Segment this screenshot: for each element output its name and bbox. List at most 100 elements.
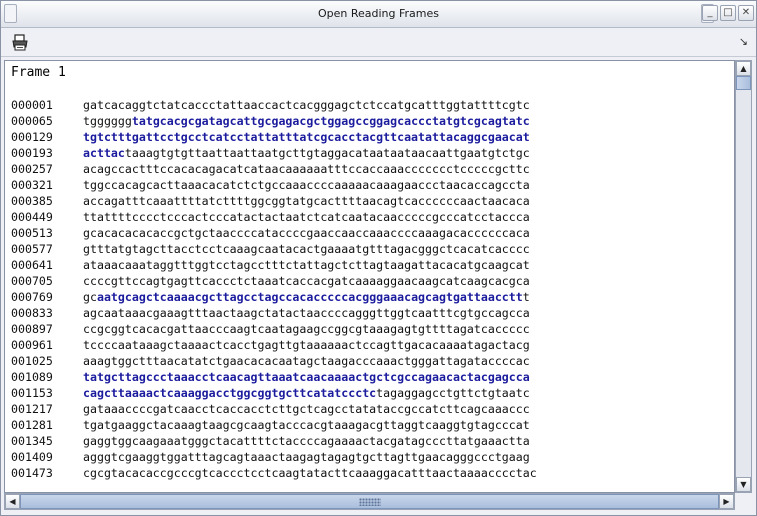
title-bar[interactable]: Open Reading Frames _ □ ✕: [1, 1, 756, 28]
row-position: 001281: [11, 418, 53, 432]
sequence-row: 001409 agggtcgaaggtggatttagcagtaaactaagag…: [11, 449, 537, 465]
row-sequence: acttactaaagtgtgttaattaattaatgcttgtaggaca…: [83, 145, 530, 161]
sequence-row: 000833 agcaataaacgaaagtttaactaagctatactaa…: [11, 305, 537, 321]
sequence-row: 001025 aaagtggctttaacatatctgaacacacaatagc…: [11, 353, 537, 369]
row-sequence: ccgcggtcacacgattaacccaagtcaatagaagccggcg…: [83, 321, 530, 337]
row-sequence: agcaataaacgaaagtttaactaagctatactaaccccag…: [83, 305, 530, 321]
row-sequence: tccccaataaagctaaaactcacctgagttgtaaaaaact…: [83, 337, 530, 353]
close-button[interactable]: ✕: [738, 5, 754, 21]
row-position: 001217: [11, 402, 53, 416]
sequence-segment: ataaacaaataggtttggtcctagcctttctattagctct…: [83, 258, 530, 272]
sequence-row: 000129 tgtctttgattcctgcctcatcctattatttatc…: [11, 129, 537, 145]
row-position: 001089: [11, 370, 53, 384]
row-sequence: ccccgttccagtgagttcaccctctaaatcaccacgatca…: [83, 273, 530, 289]
row-sequence: gcaatgcagctcaaaacgcttagcctagccacacccccac…: [83, 289, 530, 305]
sequence-segment: gaggtggcaagaaatgggctacattttctaccccagaaaa…: [83, 434, 530, 448]
sequence-segment: agggtcgaaggtggatttagcagtaaactaagagtagagt…: [83, 450, 530, 464]
horizontal-scrollbar[interactable]: ◀ ▶: [4, 493, 735, 510]
expand-arrow-icon[interactable]: ↘: [739, 35, 748, 48]
sequence-segment: tccccaataaagctaaaactcacctgagttgtaaaaaact…: [83, 338, 530, 352]
row-sequence: acagccactttccacacagacatcataacaaaaaatttcc…: [83, 161, 530, 177]
orf-segment: tgtctttgattcctgcctcatcctattatttatcgcacct…: [83, 130, 530, 144]
sequence-segment: gatcacaggtctatcaccctattaaccactcacgggagct…: [83, 98, 530, 112]
orf-segment: cagcttaaaactcaaaggacctggcggtgcttcatatccc…: [83, 386, 377, 400]
row-position: 001473: [11, 466, 53, 480]
scroll-grip-icon: [358, 498, 381, 506]
row-sequence: cagcttaaaactcaaaggacctggcggtgcttcatatccc…: [83, 385, 530, 401]
row-sequence: agggtcgaaggtggatttagcagtaaactaagagtagagt…: [83, 449, 530, 465]
row-sequence: gataaaccccgatcaacctcaccacctcttgctcagccta…: [83, 401, 530, 417]
row-sequence: gcacacacacaccgctgctaaccccataccccgaaccaac…: [83, 225, 530, 241]
sequence-row: 000897 ccgcggtcacacgattaacccaagtcaatagaag…: [11, 321, 537, 337]
row-sequence: aaagtggctttaacatatctgaacacacaatagctaagac…: [83, 353, 530, 369]
row-position: 000193: [11, 146, 53, 160]
sequence-row: 001217 gataaaccccgatcaacctcaccacctcttgctc…: [11, 401, 537, 417]
row-sequence: accagatttcaaattttatcttttggcggtatgcactttt…: [83, 193, 530, 209]
row-sequence: gatcacaggtctatcaccctattaaccactcacgggagct…: [83, 97, 530, 113]
minimize-button[interactable]: _: [702, 5, 718, 21]
row-position: 000321: [11, 178, 53, 192]
printer-icon[interactable]: [10, 33, 30, 53]
row-sequence: gtttatgtagcttacctcctcaaagcaatacactgaaaat…: [83, 241, 530, 257]
row-position: 000257: [11, 162, 53, 176]
row-sequence: tgtctttgattcctgcctcatcctattatttatcgcacct…: [83, 129, 530, 145]
toolbar: ↘: [1, 29, 756, 57]
row-position: 000897: [11, 322, 53, 336]
row-sequence: ataaacaaataggtttggtcctagcctttctattagctct…: [83, 257, 530, 273]
horizontal-scroll-thumb[interactable]: [20, 494, 719, 509]
orf-segment: aatgcagctcaaaacgcttagcctagccacacccccacgg…: [96, 290, 523, 304]
row-sequence: tggggggtatgcacgcgatagcattgcgagacgctggagc…: [83, 113, 530, 129]
row-position: 000385: [11, 194, 53, 208]
sequence-segment: accagatttcaaattttatcttttggcggtatgcactttt…: [83, 194, 530, 208]
sequence-rows: 000001 gatcacaggtctatcaccctattaaccactcacg…: [11, 97, 537, 481]
sequence-row: 000961 tccccaataaagctaaaactcacctgagttgtaa…: [11, 337, 537, 353]
sequence-row: 001281 tgatgaaggctacaaagtaagcgcaagtacccac…: [11, 417, 537, 433]
row-position: 000129: [11, 130, 53, 144]
sequence-row: 000257 acagccactttccacacagacatcataacaaaaa…: [11, 161, 537, 177]
row-position: 000961: [11, 338, 53, 352]
row-position: 000065: [11, 114, 53, 128]
open-reading-frames-window: Open Reading Frames _ □ ✕ ↘ Frame 1 0000…: [0, 0, 757, 516]
scroll-corner: [735, 493, 752, 510]
sequence-segment: tggccacagcacttaaacacatctctgccaaaccccaaaa…: [83, 178, 530, 192]
sequence-segment: ccccgttccagtgagttcaccctctaaatcaccacgatca…: [83, 274, 530, 288]
frame-label: Frame 1: [11, 65, 66, 80]
sequence-segment: ccgcggtcacacgattaacccaagtcaatagaagccggcg…: [83, 322, 530, 336]
orf-text-area[interactable]: Frame 1 000001 gatcacaggtctatcaccctattaac…: [4, 60, 735, 493]
row-position: 000001: [11, 98, 53, 112]
row-sequence: ttattttcccctcccactcccatactactaatctcatcaa…: [83, 209, 530, 225]
vertical-scrollbar[interactable]: ▲ ▼: [735, 60, 752, 493]
sequence-row: 001473 cgcgtacacaccgcccgtcaccctcctcaagtat…: [11, 465, 537, 481]
sequence-row: 000193 acttactaaagtgtgttaattaattaatgcttgt…: [11, 145, 537, 161]
scroll-right-arrow-icon[interactable]: ▶: [719, 494, 734, 509]
sequence-row: 000449 ttattttcccctcccactcccatactactaatct…: [11, 209, 537, 225]
sequence-segment: tagaggagcctgttctgtaatc: [376, 386, 530, 400]
maximize-button[interactable]: □: [720, 5, 736, 21]
orf-segment: acttac: [83, 146, 125, 160]
vertical-scroll-thumb[interactable]: [736, 76, 751, 90]
sequence-segment: tgatgaaggctacaaagtaagcgcaagtacccacgtaaag…: [83, 418, 530, 432]
scroll-up-arrow-icon[interactable]: ▲: [736, 61, 751, 76]
sequence-row: 000001 gatcacaggtctatcaccctattaaccactcacg…: [11, 97, 537, 113]
sequence-segment: agcaataaacgaaagtttaactaagctatactaaccccag…: [83, 306, 530, 320]
row-position: 000449: [11, 210, 53, 224]
sequence-segment: t: [522, 290, 530, 304]
scroll-down-arrow-icon[interactable]: ▼: [736, 477, 751, 492]
sequence-segment: gc: [83, 290, 97, 304]
orf-segment: tatgcacgcgatagcattgcgagacgctggagccggagca…: [131, 114, 530, 128]
row-position: 001153: [11, 386, 53, 400]
sequence-row: 001345 gaggtggcaagaaatgggctacattttctacccc…: [11, 433, 537, 449]
scroll-left-arrow-icon[interactable]: ◀: [5, 494, 20, 509]
sequence-segment: gtttatgtagcttacctcctcaaagcaatacactgaaaat…: [83, 242, 530, 256]
sequence-row: 000705 ccccgttccagtgagttcaccctctaaatcacca…: [11, 273, 537, 289]
row-position: 000513: [11, 226, 53, 240]
window-title: Open Reading Frames: [317, 7, 440, 20]
row-sequence: tgatgaaggctacaaagtaagcgcaagtacccacgtaaag…: [83, 417, 530, 433]
sequence-segment: gataaaccccgatcaacctcaccacctcttgctcagccta…: [83, 402, 530, 416]
sequence-row: 000321 tggccacagcacttaaacacatctctgccaaacc…: [11, 177, 537, 193]
sequence-row: 000513 gcacacacacaccgctgctaaccccataccccga…: [11, 225, 537, 241]
row-sequence: tatgcttagccctaaacctcaacagttaaatcaacaaaac…: [83, 369, 530, 385]
sequence-segment: cgcgtacacaccgcccgtcaccctcctcaagtatacttca…: [83, 466, 537, 480]
orf-segment: tatgcttagccctaaacctcaacagttaaatcaacaaaac…: [83, 370, 530, 384]
row-sequence: cgcgtacacaccgcccgtcaccctcctcaagtatacttca…: [83, 465, 537, 481]
